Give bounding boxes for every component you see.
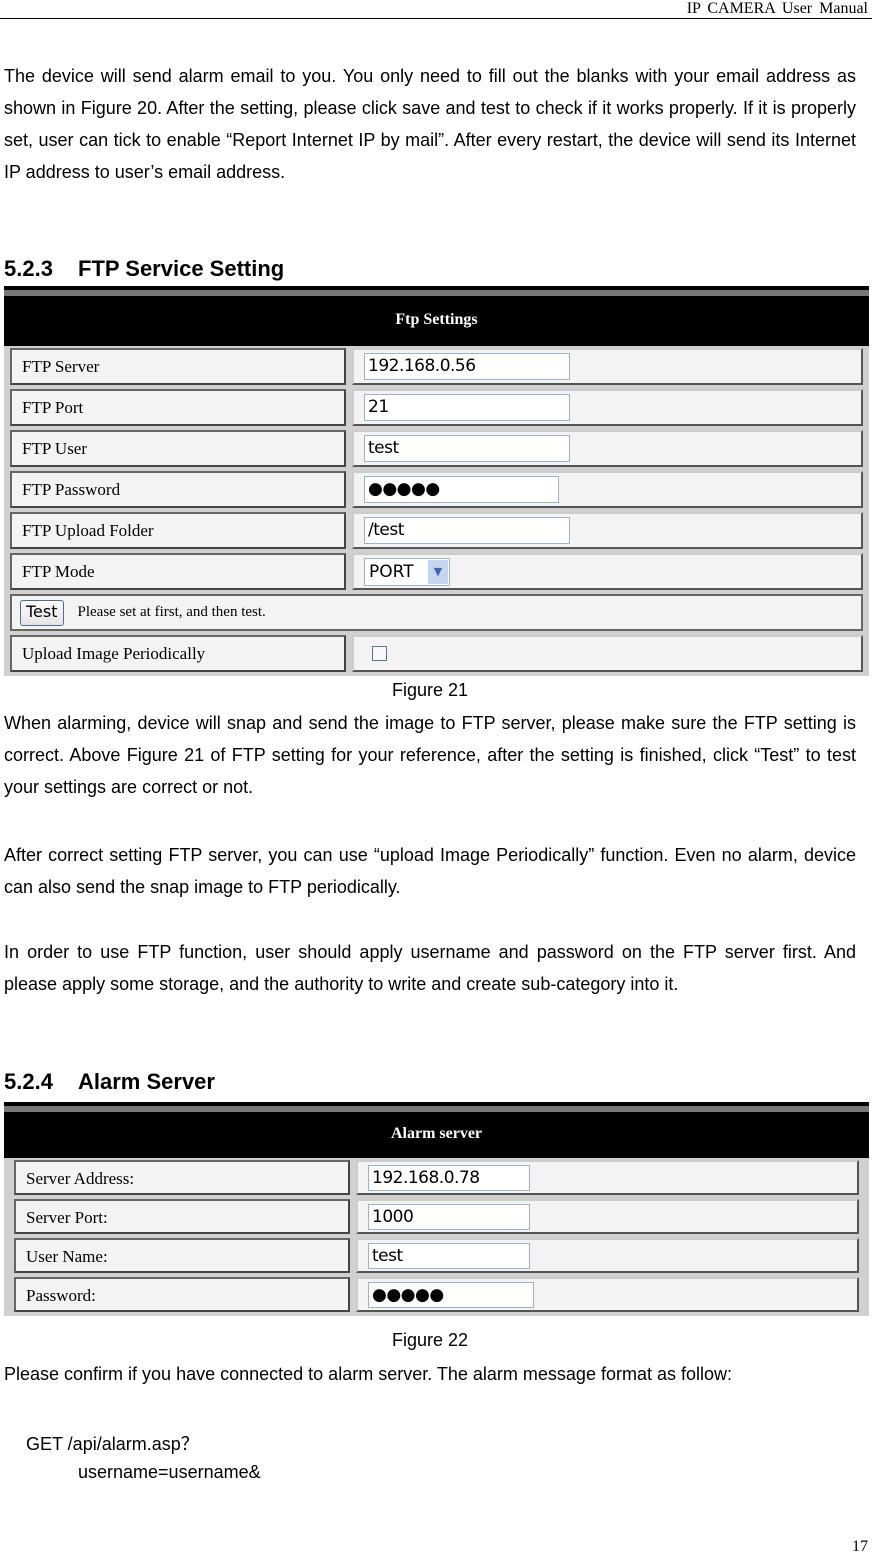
ftp-paragraph: After correct setting FTP server, you ca…	[4, 845, 856, 897]
field-label: FTP Server	[10, 348, 346, 385]
figure-caption: Figure 21	[391, 680, 469, 700]
intro-paragraph: The device will send alarm email to you.…	[4, 66, 856, 182]
alarm-server-panel: Alarm server Server Address: 192.168.0.7…	[4, 1102, 869, 1316]
ftp-server-row: FTP Server 192.168.0.56	[10, 348, 863, 385]
field-label: FTP Port	[10, 389, 346, 426]
field-label: User Name:	[14, 1238, 350, 1273]
figure-caption: Figure 22	[391, 1330, 469, 1350]
ftp-password-input[interactable]: ●●●●●	[364, 476, 559, 503]
chevron-down-icon[interactable]: ▼	[428, 560, 448, 584]
page-header: IP CAMERA User Manual	[0, 0, 872, 19]
code-line: GET /api/alarm.asp？	[26, 1434, 199, 1454]
ftp-port-row: FTP Port 21	[10, 389, 863, 426]
section-title: Alarm Server	[78, 1069, 215, 1094]
page-number: 17	[852, 1538, 868, 1555]
field-label: FTP Mode	[10, 553, 346, 590]
ftp-settings-panel: Ftp Settings FTP Server 192.168.0.56 FTP…	[4, 286, 869, 676]
manual-title: IP CAMERA User Manual	[686, 0, 868, 17]
test-row: Test Please set at first, and then test.	[10, 594, 863, 631]
section-title: FTP Service Setting	[78, 256, 285, 281]
field-label: Server Address:	[14, 1160, 350, 1195]
field-label: Upload Image Periodically	[10, 635, 346, 672]
ftp-paragraph: When alarming, device will snap and send…	[4, 713, 856, 797]
password-row: Password: ●●●●●	[14, 1277, 859, 1312]
select-value: PORT	[369, 562, 414, 582]
code-line: username=username&	[78, 1462, 261, 1482]
server-address-input[interactable]: 192.168.0.78	[368, 1165, 530, 1191]
field-label: Password:	[14, 1277, 350, 1312]
field-label: FTP User	[10, 430, 346, 467]
password-input[interactable]: ●●●●●	[368, 1282, 534, 1308]
test-button[interactable]: Test	[20, 599, 64, 626]
user-name-input[interactable]: test	[368, 1243, 530, 1269]
ftp-server-input[interactable]: 192.168.0.56	[364, 353, 570, 380]
ftp-mode-select[interactable]: PORT ▼	[364, 558, 450, 586]
ftp-user-row: FTP User test	[10, 430, 863, 467]
server-port-input[interactable]: 1000	[368, 1204, 530, 1230]
server-port-row: Server Port: 1000	[14, 1199, 859, 1234]
alarm-paragraph: Please confirm if you have connected to …	[4, 1364, 732, 1384]
section-number: 5.2.4	[4, 1069, 53, 1094]
ftp-upload-folder-row: FTP Upload Folder /test	[10, 512, 863, 549]
ftp-upload-folder-input[interactable]: /test	[364, 517, 570, 544]
section-heading-ftp: 5.2.3 FTP Service Setting	[4, 256, 284, 282]
field-label: Server Port:	[14, 1199, 350, 1234]
ftp-port-input[interactable]: 21	[364, 394, 570, 421]
ftp-mode-row: FTP Mode PORT ▼	[10, 553, 863, 590]
ftp-user-input[interactable]: test	[364, 435, 570, 462]
ftp-paragraph: In order to use FTP function, user shoul…	[4, 942, 856, 994]
user-name-row: User Name: test	[14, 1238, 859, 1273]
section-number: 5.2.3	[4, 256, 53, 281]
field-label: FTP Password	[10, 471, 346, 508]
test-hint: Please set at first, and then test.	[77, 604, 266, 620]
field-label: FTP Upload Folder	[10, 512, 346, 549]
panel-title: Ftp Settings	[4, 290, 869, 346]
server-address-row: Server Address: 192.168.0.78	[14, 1160, 859, 1195]
section-heading-alarm: 5.2.4 Alarm Server	[4, 1069, 215, 1095]
upload-periodically-row: Upload Image Periodically	[10, 635, 863, 672]
ftp-password-row: FTP Password ●●●●●	[10, 471, 863, 508]
panel-title: Alarm server	[4, 1106, 869, 1158]
upload-periodically-checkbox[interactable]	[372, 646, 387, 661]
